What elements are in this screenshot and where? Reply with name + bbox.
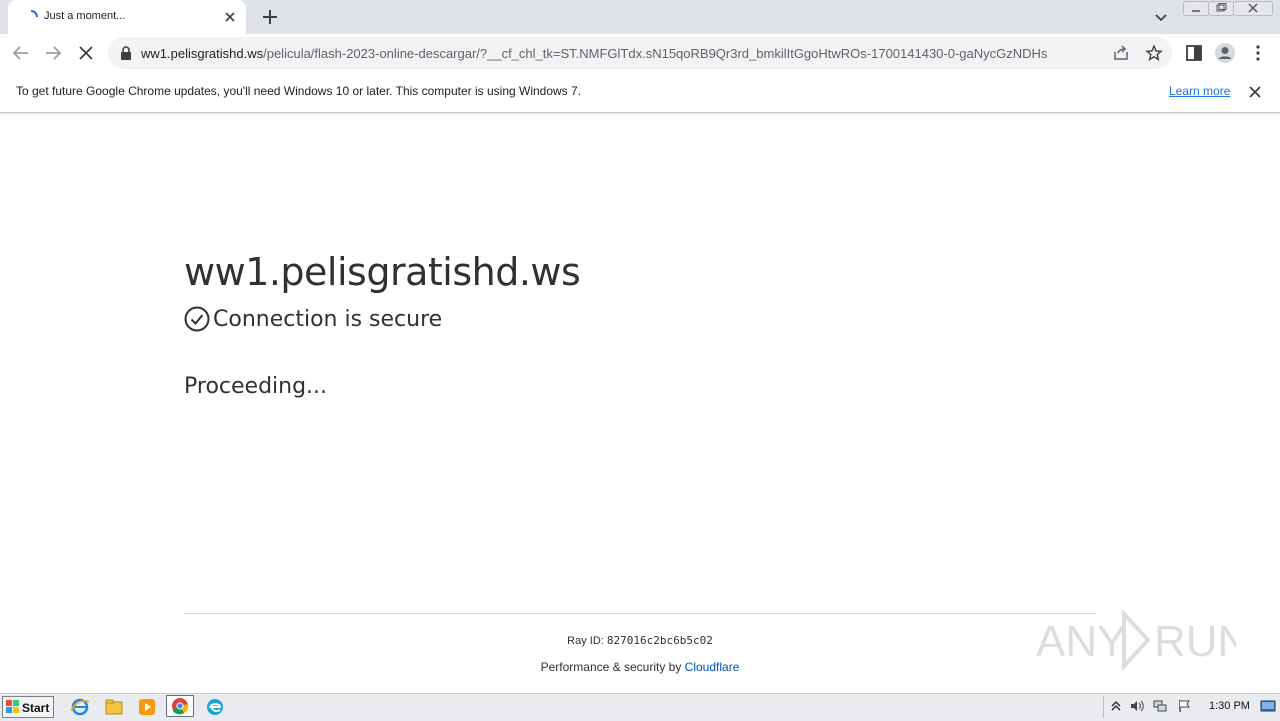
side-panel-icon[interactable]	[1183, 42, 1205, 64]
svg-text:ANY: ANY	[1036, 617, 1126, 666]
chrome-taskbar-button[interactable]	[166, 695, 194, 717]
start-button[interactable]: Start	[2, 696, 54, 718]
media-player-icon[interactable]	[136, 697, 158, 717]
proceeding-text: Proceeding...	[184, 374, 328, 399]
update-infobar: To get future Google Chrome updates, you…	[0, 72, 1280, 113]
profile-avatar-icon[interactable]	[1214, 42, 1236, 64]
show-desktop-icon[interactable]	[1260, 698, 1276, 714]
file-explorer-icon[interactable]	[103, 697, 125, 717]
windows-logo-icon	[6, 700, 19, 713]
loading-favicon-icon	[30, 10, 38, 18]
close-icon[interactable]	[1248, 85, 1262, 99]
stop-loading-icon[interactable]	[75, 42, 97, 64]
action-center-flag-icon[interactable]	[1178, 699, 1192, 713]
minimize-icon	[1192, 10, 1200, 12]
page-title: ww1.pelisgratishd.ws	[184, 250, 581, 294]
forward-arrow-icon[interactable]	[42, 42, 64, 64]
url-host: ww1.pelisgratishd.ws	[141, 46, 264, 61]
star-icon[interactable]	[1145, 44, 1163, 62]
learn-more-link[interactable]: Learn more	[1169, 84, 1230, 98]
lock-icon[interactable]	[120, 46, 132, 60]
start-label: Start	[22, 701, 50, 715]
infobar-message: To get future Google Chrome updates, you…	[16, 84, 582, 98]
network-icon[interactable]	[1153, 699, 1167, 713]
restore-icon	[1216, 3, 1227, 12]
tab-title: Just a moment...	[44, 10, 126, 22]
close-icon	[1248, 3, 1258, 13]
ray-id-value: 827016c2bc6b5c02	[606, 634, 713, 647]
anyrun-watermark-logo: ANY RUN	[1036, 608, 1236, 672]
minimize-button[interactable]	[1183, 1, 1209, 16]
tray-separator	[1103, 696, 1104, 718]
more-menu-icon[interactable]	[1247, 42, 1269, 64]
new-tab-icon[interactable]	[260, 7, 280, 27]
back-arrow-icon[interactable]	[10, 42, 32, 64]
taskbar-clock[interactable]: 1:30 PM	[1209, 700, 1250, 712]
internet-explorer-icon[interactable]	[69, 697, 91, 717]
volume-icon[interactable]	[1130, 699, 1144, 713]
tab-close-icon[interactable]	[222, 9, 238, 25]
footer-divider	[184, 613, 1096, 614]
ray-id-label: Ray ID:	[567, 635, 604, 647]
close-window-button[interactable]	[1233, 1, 1273, 16]
chrome-icon	[172, 698, 189, 715]
chevron-down-icon[interactable]	[1152, 8, 1170, 26]
edge-icon[interactable]	[204, 697, 226, 717]
tab-strip: Just a moment...	[0, 0, 1280, 34]
url-path: /pelicula/flash-2023-online-descargar/?_…	[263, 46, 1048, 61]
url-text[interactable]: ww1.pelisgratishd.ws/pelicula/flash-2023…	[141, 46, 1096, 61]
address-bar[interactable]: ww1.pelisgratishd.ws/pelicula/flash-2023…	[108, 37, 1172, 69]
show-hidden-icons-icon[interactable]	[1109, 699, 1123, 713]
browser-toolbar: ww1.pelisgratishd.ws/pelicula/flash-2023…	[0, 34, 1280, 72]
secure-text: Connection is secure	[213, 307, 443, 332]
performance-text: Performance & security by	[540, 660, 682, 674]
tab-active[interactable]: Just a moment...	[8, 0, 246, 34]
svg-text:RUN: RUN	[1154, 617, 1236, 666]
restore-button[interactable]	[1208, 1, 1234, 16]
share-icon[interactable]	[1112, 44, 1130, 62]
windows-taskbar: Start 1:30 PM	[0, 693, 1280, 721]
check-circle-icon	[184, 306, 210, 332]
cloudflare-link[interactable]: Cloudflare	[685, 660, 740, 674]
